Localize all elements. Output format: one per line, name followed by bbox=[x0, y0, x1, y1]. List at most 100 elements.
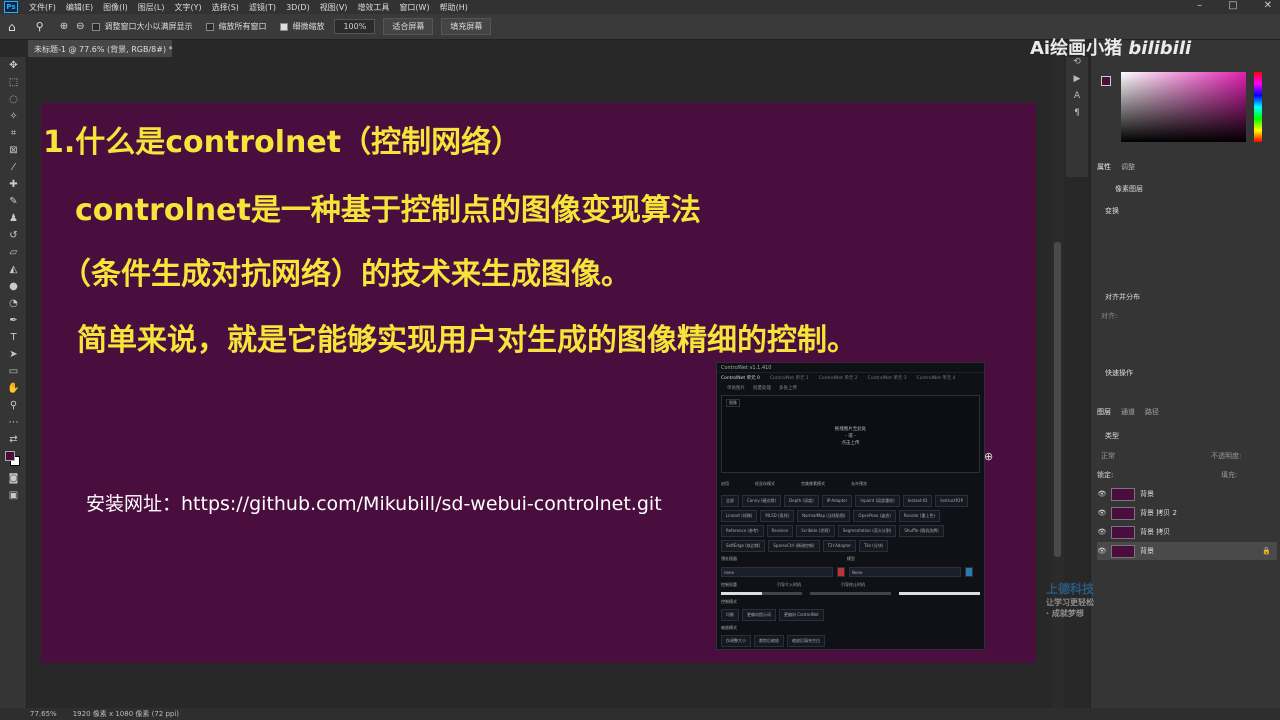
slider-row bbox=[717, 590, 984, 597]
blur-tool-icon[interactable]: ● bbox=[0, 278, 27, 295]
align-section[interactable]: 对齐并分布 bbox=[1105, 292, 1140, 302]
tab-layers[interactable]: 图层 bbox=[1097, 407, 1111, 417]
selectors: none None bbox=[717, 564, 984, 580]
magic-wand-icon[interactable]: ✧ bbox=[0, 108, 27, 125]
move-tool-icon[interactable]: ✥ bbox=[0, 57, 27, 74]
control-type: InstructP2P bbox=[935, 495, 969, 507]
layer-row-selected[interactable]: 👁 背景 🔒 bbox=[1097, 542, 1277, 560]
visibility-eye-icon[interactable]: 👁 bbox=[1097, 547, 1107, 555]
zoom-in-icon[interactable]: ⊕ bbox=[60, 21, 68, 32]
zoom-tool-icon[interactable]: ⚲ bbox=[36, 20, 44, 33]
blend-mode-select[interactable]: 正常 bbox=[1101, 451, 1115, 461]
crop-tool-icon[interactable]: ⌗ bbox=[0, 125, 27, 142]
unit-tab: ControlNet 单元 2 bbox=[818, 376, 858, 381]
menu-plugins[interactable]: 增效工具 bbox=[352, 2, 394, 13]
path-select-icon[interactable]: ➤ bbox=[0, 346, 27, 363]
menu-edit[interactable]: 编辑(E) bbox=[61, 2, 98, 13]
tab-channels[interactable]: 通道 bbox=[1121, 407, 1135, 417]
pen-tool-icon[interactable]: ✒ bbox=[0, 312, 27, 329]
resize-label: 缩放模式 bbox=[721, 625, 737, 630]
scrubby-zoom-option[interactable]: 细微缩放 bbox=[280, 21, 324, 32]
resize-windows-checkbox[interactable] bbox=[92, 22, 101, 31]
control-mode: 更偏向 ControlNet bbox=[779, 609, 824, 621]
menu-help[interactable]: 帮助(H) bbox=[435, 2, 473, 13]
gradient-tool-icon[interactable]: ◭ bbox=[0, 261, 27, 278]
layer-thumbnail bbox=[1111, 506, 1135, 520]
home-icon[interactable]: ⌂ bbox=[8, 20, 16, 34]
brush-tool-icon[interactable]: ✎ bbox=[0, 193, 27, 210]
dodge-tool-icon[interactable]: ◔ bbox=[0, 295, 27, 312]
controlnet-unit-tabs: ControlNet 单元 0 ControlNet 单元 1 ControlN… bbox=[717, 373, 984, 383]
layer-kind-filter[interactable]: 类型 bbox=[1105, 431, 1119, 441]
menu-view[interactable]: 视图(V) bbox=[315, 2, 353, 13]
color-picker-field[interactable] bbox=[1121, 72, 1246, 142]
visibility-eye-icon[interactable]: 👁 bbox=[1097, 509, 1107, 517]
control-type: SoftEdge (软边缘) bbox=[721, 540, 766, 552]
minimize-icon[interactable]: – bbox=[1197, 0, 1202, 14]
foreground-color-swatch[interactable] bbox=[1101, 76, 1111, 86]
fit-screen-button[interactable]: 适合屏幕 bbox=[383, 18, 434, 35]
quick-actions-section[interactable]: 快速操作 bbox=[1105, 368, 1133, 378]
color-swatches-icon[interactable] bbox=[0, 448, 27, 470]
resize-windows-option[interactable]: 调整窗口大小以满屏显示 bbox=[92, 21, 192, 32]
actions-icon[interactable]: ▶ bbox=[1066, 74, 1088, 91]
control-type: Lineart (线稿) bbox=[721, 510, 758, 522]
type-tool-icon[interactable]: T bbox=[0, 329, 27, 346]
zoom-percent[interactable]: 77.65% bbox=[30, 710, 57, 718]
tab-adjustments[interactable]: 调整 bbox=[1121, 162, 1135, 172]
fill-screen-button[interactable]: 填充屏幕 bbox=[441, 18, 492, 35]
menu-select[interactable]: 选择(S) bbox=[207, 2, 244, 13]
eraser-icon[interactable]: ▱ bbox=[0, 244, 27, 261]
pixel-layer-label: 像素图层 bbox=[1115, 185, 1143, 193]
zoom-value-field[interactable]: 100% bbox=[334, 19, 376, 34]
document-size: 1920 像素 x 1080 像素 (72 ppi) bbox=[72, 710, 180, 718]
layer-row[interactable]: 👁 背景 拷贝 bbox=[1097, 523, 1277, 541]
eyedropper-icon[interactable]: ⁄ bbox=[0, 159, 27, 176]
more-tools-icon[interactable]: ⋯ bbox=[0, 414, 27, 431]
screen-mode-icon[interactable]: ▣ bbox=[0, 487, 27, 504]
scrubby-zoom-checkbox[interactable] bbox=[280, 22, 289, 31]
clone-stamp-icon[interactable]: ♟ bbox=[0, 210, 27, 227]
maximize-icon[interactable]: □ bbox=[1228, 0, 1237, 14]
unit-tab: ControlNet 单元 4 bbox=[916, 376, 956, 381]
run-preprocessor-icon bbox=[837, 567, 845, 577]
control-type: Shuffle (随机洗牌) bbox=[899, 525, 944, 537]
frame-tool-icon[interactable]: ⊠ bbox=[0, 142, 27, 159]
history-brush-icon[interactable]: ↺ bbox=[0, 227, 27, 244]
zoom-all-option[interactable]: 缩放所有窗口 bbox=[206, 21, 266, 32]
hue-slider[interactable] bbox=[1254, 72, 1262, 142]
layer-row[interactable]: 👁 背景 拷贝 2 bbox=[1097, 504, 1277, 522]
tab-paths[interactable]: 路径 bbox=[1145, 407, 1159, 417]
swap-colors-icon[interactable]: ⇄ bbox=[0, 431, 27, 448]
end-label: 引导终止时机 bbox=[841, 582, 865, 587]
paragraph-icon[interactable]: ¶ bbox=[1066, 108, 1088, 125]
quick-mask-icon[interactable]: ◙ bbox=[0, 470, 27, 487]
menu-3d[interactable]: 3D(D) bbox=[281, 3, 315, 12]
zoom-tool-sidebar-icon[interactable]: ⚲ bbox=[0, 397, 27, 414]
healing-brush-icon[interactable]: ✚ bbox=[0, 176, 27, 193]
close-icon[interactable]: ✕ bbox=[1264, 0, 1272, 14]
visibility-eye-icon[interactable]: 👁 bbox=[1097, 528, 1107, 536]
menu-type[interactable]: 文字(Y) bbox=[169, 2, 206, 13]
menu-layer[interactable]: 图层(L) bbox=[133, 2, 170, 13]
visibility-eye-icon[interactable]: 👁 bbox=[1097, 490, 1107, 498]
scrollbar-thumb[interactable] bbox=[1054, 242, 1061, 557]
menu-window[interactable]: 窗口(W) bbox=[394, 2, 434, 13]
menu-image[interactable]: 图像(I) bbox=[98, 2, 133, 13]
layer-row[interactable]: 👁 背景 bbox=[1097, 485, 1277, 503]
bilibili-watermark: Ai绘画小猪 bilibili bbox=[1030, 38, 1192, 59]
hand-tool-icon[interactable]: ✋ bbox=[0, 380, 27, 397]
zoom-all-checkbox[interactable] bbox=[206, 22, 215, 31]
zoom-out-icon[interactable]: ⊖ bbox=[76, 21, 84, 32]
control-type: Segmentation (语义分割) bbox=[837, 525, 897, 537]
lasso-tool-icon[interactable]: ◌ bbox=[0, 91, 27, 108]
shape-tool-icon[interactable]: ▭ bbox=[0, 363, 27, 380]
transform-section[interactable]: 变换 bbox=[1105, 206, 1119, 216]
tab-properties[interactable]: 属性 bbox=[1097, 162, 1111, 172]
menu-file[interactable]: 文件(F) bbox=[24, 2, 61, 13]
slide-artboard: 1.什么是controlnet（控制网络） controlnet是一种基于控制点… bbox=[41, 103, 1036, 663]
menu-filter[interactable]: 滤镜(T) bbox=[244, 2, 281, 13]
document-tab[interactable]: 未标题-1 @ 77.6% (背景, RGB/8#) * bbox=[28, 40, 173, 57]
marquee-tool-icon[interactable]: ⬚ bbox=[0, 74, 27, 91]
character-icon[interactable]: A bbox=[1066, 91, 1088, 108]
